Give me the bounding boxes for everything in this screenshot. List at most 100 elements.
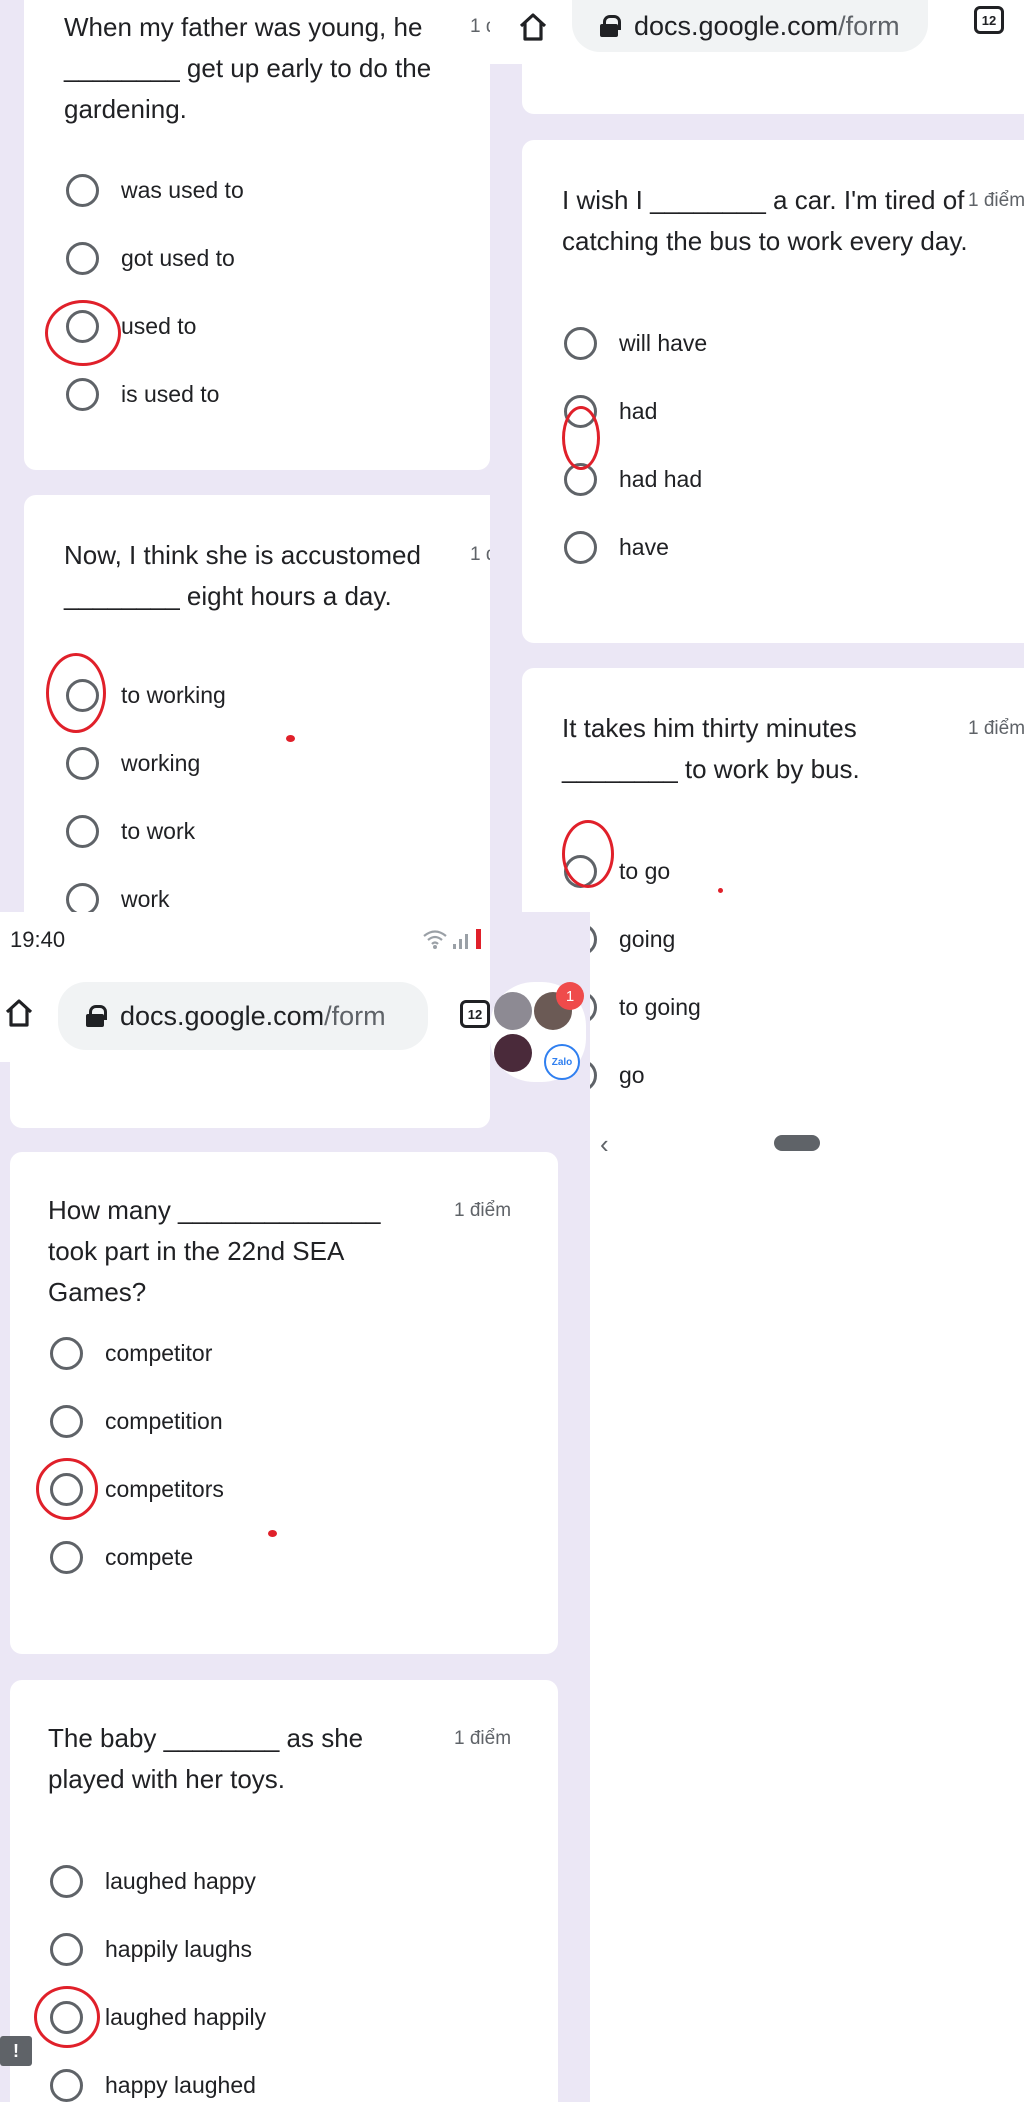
tabs-icon[interactable]: 12 xyxy=(974,6,1004,34)
radio-button[interactable] xyxy=(50,1932,83,1966)
option-working[interactable]: working xyxy=(66,743,200,783)
question-points: 1 điểm xyxy=(454,1728,512,1749)
option-happy-laughed[interactable]: happy laughed xyxy=(50,2065,256,2105)
url-domain: docs.google.com xyxy=(634,10,839,41)
home-pill-icon[interactable] xyxy=(774,1135,820,1151)
home-icon[interactable] xyxy=(2,996,36,1030)
option-label: happy laughed xyxy=(105,2071,256,2098)
radio-button[interactable] xyxy=(66,173,99,207)
radio-button[interactable] xyxy=(66,882,99,916)
answer-circle-annotation xyxy=(34,1986,100,2048)
url-path: /form xyxy=(324,1000,386,1031)
address-bar[interactable]: docs.google.com/form xyxy=(58,982,428,1050)
option-label: happily laughs xyxy=(105,1935,253,1962)
option-is-used-to[interactable]: is used to xyxy=(66,374,219,414)
radio-button[interactable] xyxy=(564,326,597,360)
home-icon[interactable] xyxy=(516,10,550,44)
zalo-label: Zalo xyxy=(551,1056,573,1068)
zalo-icon[interactable]: Zalo xyxy=(544,1044,580,1080)
question-text: It takes him thirty minutes ________ to … xyxy=(562,713,860,784)
question-card-4: It takes him thirty minutes ________ to … xyxy=(522,668,1024,1105)
status-bar: 19:40 xyxy=(0,912,490,970)
option-label: to going xyxy=(619,993,701,1020)
radio-button[interactable] xyxy=(50,1336,83,1370)
question-text: How many ______________ took part in the… xyxy=(48,1195,381,1307)
question-text: The baby ________ as she played with her… xyxy=(48,1723,364,1794)
address-bar[interactable]: docs.google.com/form xyxy=(572,0,928,52)
chat-heads-overlay[interactable]: Zalo 1 xyxy=(490,982,586,1082)
screenshot-collage: When my father was young, he ________ ge… xyxy=(0,0,1024,2114)
radio-button[interactable] xyxy=(50,2068,83,2102)
url-path: /form xyxy=(838,10,900,41)
url-text: docs.google.com/form xyxy=(634,11,900,42)
option-label: compete xyxy=(105,1543,194,1570)
option-got-used-to[interactable]: got used to xyxy=(66,238,235,278)
feedback-icon[interactable]: ! xyxy=(0,2036,32,2066)
option-will-have[interactable]: will have xyxy=(564,323,707,363)
option-label: have xyxy=(619,533,669,560)
back-icon[interactable]: ‹ xyxy=(600,1129,609,1160)
option-label: used to xyxy=(121,312,197,339)
notification-badge: 1 xyxy=(556,982,584,1010)
option-laughed-happy[interactable]: laughed happy xyxy=(50,1861,256,1901)
question-card-1: When my father was young, he ________ ge… xyxy=(24,0,496,470)
option-compete[interactable]: compete xyxy=(50,1537,193,1577)
option-label: is used to xyxy=(121,380,220,407)
question-text: I wish I ________ a car. I'm tired of ca… xyxy=(562,185,968,256)
option-label: go xyxy=(619,1061,645,1088)
lock-icon xyxy=(600,15,621,37)
avatar[interactable] xyxy=(494,992,532,1030)
tabs-icon[interactable]: 12 xyxy=(460,1000,490,1028)
question-card-5: How many ______________ took part in the… xyxy=(10,1152,558,1654)
option-label: will have xyxy=(619,329,708,356)
signal-icon xyxy=(452,928,482,955)
option-label: to go xyxy=(619,857,671,884)
option-to-work[interactable]: to work xyxy=(66,811,195,851)
pen-dot-annotation xyxy=(718,888,723,893)
radio-button[interactable] xyxy=(66,746,99,780)
option-label: to work xyxy=(121,817,196,844)
option-happily-laughs[interactable]: happily laughs xyxy=(50,1929,252,1969)
answer-circle-annotation xyxy=(36,1458,98,1520)
url-text: docs.google.com/form xyxy=(120,1001,386,1032)
blank-area xyxy=(590,1185,1024,2114)
option-competitor[interactable]: competitor xyxy=(50,1333,212,1373)
option-was-used-to[interactable]: was used to xyxy=(66,170,244,210)
wifi-icon xyxy=(422,928,448,955)
pen-dot-annotation xyxy=(286,735,295,742)
previous-card-bottom xyxy=(10,1062,490,1128)
option-label: work xyxy=(121,885,170,912)
radio-button[interactable] xyxy=(50,1540,83,1574)
option-label: to working xyxy=(121,681,226,708)
option-label: competition xyxy=(105,1407,223,1434)
option-label: competitor xyxy=(105,1339,213,1366)
answer-circle-annotation xyxy=(562,406,600,470)
question-card-3: I wish I ________ a car. I'm tired of ca… xyxy=(522,140,1024,643)
option-label: laughed happily xyxy=(105,2003,267,2030)
radio-button[interactable] xyxy=(66,814,99,848)
status-time: 19:40 xyxy=(10,927,66,952)
radio-button[interactable] xyxy=(66,377,99,411)
question-points: 1 điểm xyxy=(968,718,1024,739)
option-label: competitors xyxy=(105,1475,224,1502)
option-label: had xyxy=(619,397,658,424)
answer-circle-annotation xyxy=(562,820,614,888)
browser-toolbar-right: docs.google.com/form 12 xyxy=(490,0,1024,64)
radio-button[interactable] xyxy=(50,1864,83,1898)
badge-count: 1 xyxy=(565,987,575,1005)
avatar[interactable] xyxy=(494,1034,532,1072)
pen-dot-annotation xyxy=(268,1530,277,1537)
option-have[interactable]: have xyxy=(564,527,669,567)
bottom-strip xyxy=(0,2102,590,2114)
previous-card-bottom xyxy=(522,62,1024,114)
radio-button[interactable] xyxy=(564,530,597,564)
option-label: working xyxy=(121,749,201,776)
option-label: got used to xyxy=(121,244,235,271)
option-competition[interactable]: competition xyxy=(50,1401,223,1441)
url-domain: docs.google.com xyxy=(120,1000,325,1031)
answer-circle-annotation xyxy=(45,300,121,366)
radio-button[interactable] xyxy=(50,1404,83,1438)
option-label: laughed happy xyxy=(105,1867,256,1894)
question-text: Now, I think she is accustomed ________ … xyxy=(64,540,421,611)
radio-button[interactable] xyxy=(66,241,99,275)
